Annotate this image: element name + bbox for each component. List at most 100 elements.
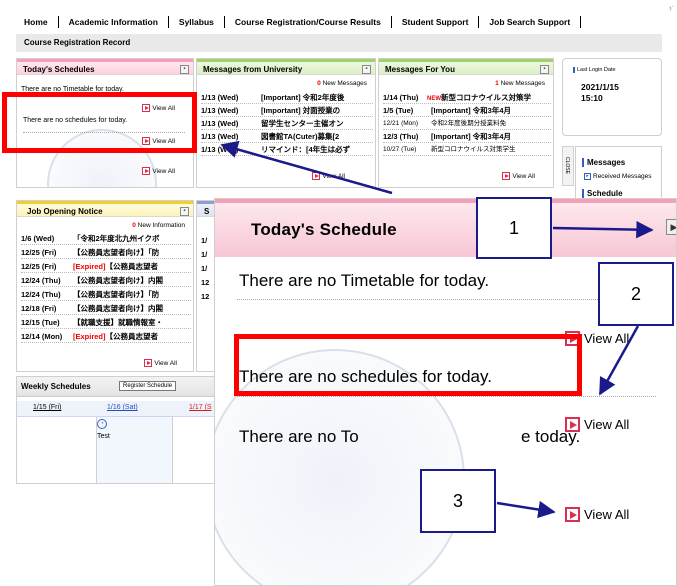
partial-row: 1/ — [201, 236, 208, 245]
expired-tag: [Expired] — [73, 332, 106, 341]
message-row[interactable]: 1/13 (Wed) 図書館TA(Cuter)募集[2 — [201, 131, 373, 143]
weekly-event[interactable]: Test — [97, 433, 110, 440]
last-login-panel: Last Login Date 2021/1/15 15:10 — [562, 58, 662, 136]
view-all-icon — [312, 172, 321, 180]
collapse-icon[interactable]: ▪ — [362, 65, 371, 74]
job-view-all-link[interactable]: View All — [144, 359, 177, 367]
collapse-icon[interactable]: ▪ — [180, 207, 189, 216]
received-messages-link[interactable]: ▸ Received Messages — [584, 173, 652, 180]
todays-schedules-header: Today's Schedules ▪ — [17, 59, 193, 75]
message-row[interactable]: 1/13 (Wed) リマインド：[4年生は必ず — [201, 144, 373, 156]
main-navigation: Home Academic Information Syllabus Cours… — [16, 10, 662, 34]
zoom-divider — [237, 396, 656, 397]
for-you-new-count: 1 New Messages — [495, 80, 545, 87]
partial-row: 12 — [201, 292, 210, 301]
view-all-icon — [565, 507, 580, 522]
expired-tag: [Expired] — [73, 262, 106, 271]
job-row[interactable]: 12/25 (Fri) [Expired]【公務員志望者 — [21, 261, 191, 273]
callout-box-2: 2 — [598, 262, 674, 326]
highlight-frame-small — [2, 92, 197, 153]
view-all-icon — [142, 167, 151, 175]
job-row[interactable]: 12/14 (Mon) [Expired]【公務員志望者 — [21, 331, 191, 343]
nav-course-registration[interactable]: Course Registration/Course Results — [225, 16, 392, 28]
sub-navigation: Course Registration Record — [16, 34, 662, 52]
close-label: CLOSE — [564, 157, 570, 174]
job-row[interactable]: 12/18 (Fri) 【公務員志望者向け】内閣 — [21, 303, 191, 315]
side-messages-heading[interactable]: Messages — [582, 158, 625, 167]
university-new-count: 0 New Messages — [317, 80, 367, 87]
day-header[interactable]: 1/16 (Sat) — [107, 404, 138, 411]
week-column — [17, 417, 97, 483]
subnav-course-registration-record[interactable]: Course Registration Record — [24, 38, 130, 47]
message-row[interactable]: 10/27 (Tue) 新型コロナウイルス対策学生 — [383, 144, 551, 156]
message-row[interactable]: 1/13 (Wed) [Important] 令和2年度後 — [201, 92, 373, 104]
zoom-todo-empty-message-left: There are no To — [239, 427, 359, 446]
todays-schedules-title: Today's Schedules — [23, 65, 95, 74]
zoom-todo-empty-message-right: e today. — [521, 427, 581, 446]
todo-view-all-link[interactable]: View All — [142, 167, 175, 175]
week-column — [97, 417, 173, 483]
zoom-collapse-icon[interactable]: ▶ — [666, 219, 676, 235]
day-header[interactable]: 1/15 (Fri) — [33, 404, 61, 411]
job-opening-notice-panel: Job Opening Notice ▪ 0 New Information 1… — [16, 200, 194, 372]
weekly-schedules-panel: Weekly Schedules Register Schedule 1/15 … — [16, 376, 216, 484]
messages-from-university-panel: Messages from University ▪ 0 New Message… — [196, 58, 376, 188]
register-schedule-button[interactable]: Register Schedule — [119, 381, 177, 391]
partial-row: 1/ — [201, 250, 208, 259]
message-row[interactable]: 12/3 (Thu) [Important] 令和3年4月 — [383, 131, 551, 143]
for-you-messages-title: Messages For You — [385, 65, 455, 74]
nav-student-support[interactable]: Student Support — [392, 16, 480, 28]
partial-panel-header: S — [197, 201, 215, 217]
arrow-right-icon: ▸ — [584, 173, 591, 180]
university-messages-title: Messages from University — [203, 65, 303, 74]
partial-row: 12 — [201, 278, 210, 287]
message-row[interactable]: 1/13 (Wed) 留学生センター主催オン — [201, 118, 373, 130]
last-login-date: 2021/1/15 — [581, 82, 619, 92]
job-row[interactable]: 12/24 (Thu) 【公務員志望者向け】「防 — [21, 289, 191, 301]
messages-for-you-panel: Messages For You ▪ 1 New Messages 1/14 (… — [378, 58, 554, 188]
message-row[interactable]: 12/21 (Mon) 令和2年度後期分授業料免 — [383, 118, 551, 130]
university-view-all-link[interactable]: View All — [312, 172, 345, 180]
for-you-messages-header: Messages For You ▪ — [379, 59, 553, 75]
side-menu-panel: Messages ▸ Received Messages Schedule — [575, 146, 662, 198]
nav-academic-information[interactable]: Academic Information — [59, 16, 169, 28]
job-row[interactable]: 12/25 (Fri) 【公務員志望者向け】「防 — [21, 247, 191, 259]
highlight-frame-zoom — [234, 334, 582, 396]
zoom-todo-view-all-link[interactable]: View All — [565, 507, 629, 522]
job-opening-title: Job Opening Notice — [27, 207, 103, 216]
view-all-icon — [502, 172, 511, 180]
clock-icon: ◔ — [97, 419, 107, 429]
callout-box-1: 1 — [476, 197, 552, 259]
weekly-schedules-header: Weekly Schedules Register Schedule — [17, 377, 215, 397]
side-schedule-heading[interactable]: Schedule — [582, 189, 623, 198]
for-you-view-all-link[interactable]: View All — [502, 172, 535, 180]
callout-box-3: 3 — [420, 469, 496, 533]
nav-job-search-support[interactable]: Job Search Support — [479, 16, 582, 28]
weekly-schedules-title: Weekly Schedules — [21, 382, 91, 391]
last-login-label: Last Login Date — [573, 67, 616, 73]
nav-home[interactable]: Home — [16, 16, 59, 28]
zoom-divider — [237, 299, 656, 300]
message-row[interactable]: 1/14 (Thu) NEW新型コロナウイルス対策学 — [383, 92, 551, 104]
last-login-time: 15:10 — [581, 93, 603, 103]
partial-panel: S 1/ 1/ 1/ 12 12 — [196, 200, 216, 372]
new-badge: NEW — [427, 96, 441, 102]
zoom-header: Today's Schedule ▶ — [215, 199, 676, 257]
message-row[interactable]: 1/5 (Tue) [Important] 令和3年4月 — [383, 105, 551, 117]
job-row[interactable]: 12/24 (Thu) 【公務員志望者向け】内閣 — [21, 275, 191, 287]
zoom-title: Today's Schedule — [251, 220, 397, 239]
job-row[interactable]: 1/6 (Wed) 「令和2年度北九州イクボ — [21, 233, 191, 245]
nav-syllabus[interactable]: Syllabus — [169, 16, 225, 28]
day-header[interactable]: 1/17 (S — [189, 404, 212, 411]
close-side-tab[interactable]: CLOSE — [562, 146, 574, 186]
collapse-icon[interactable]: ▪ — [180, 65, 189, 74]
collapse-icon[interactable]: ▪ — [540, 65, 549, 74]
job-row[interactable]: 12/15 (Tue) 【就職支援】就職情報室・ — [21, 317, 191, 329]
job-new-count: 0 New Information — [132, 222, 185, 229]
weekly-days-row: 1/15 (Fri) 1/16 (Sat) 1/17 (S — [17, 401, 215, 417]
message-row[interactable]: 1/13 (Wed) [Important] 対面授業の — [201, 105, 373, 117]
corner-mark: ｷﾞ — [668, 7, 675, 13]
university-messages-header: Messages from University ▪ — [197, 59, 375, 75]
partial-row: 1/ — [201, 264, 208, 273]
job-opening-header: Job Opening Notice ▪ — [17, 201, 193, 217]
